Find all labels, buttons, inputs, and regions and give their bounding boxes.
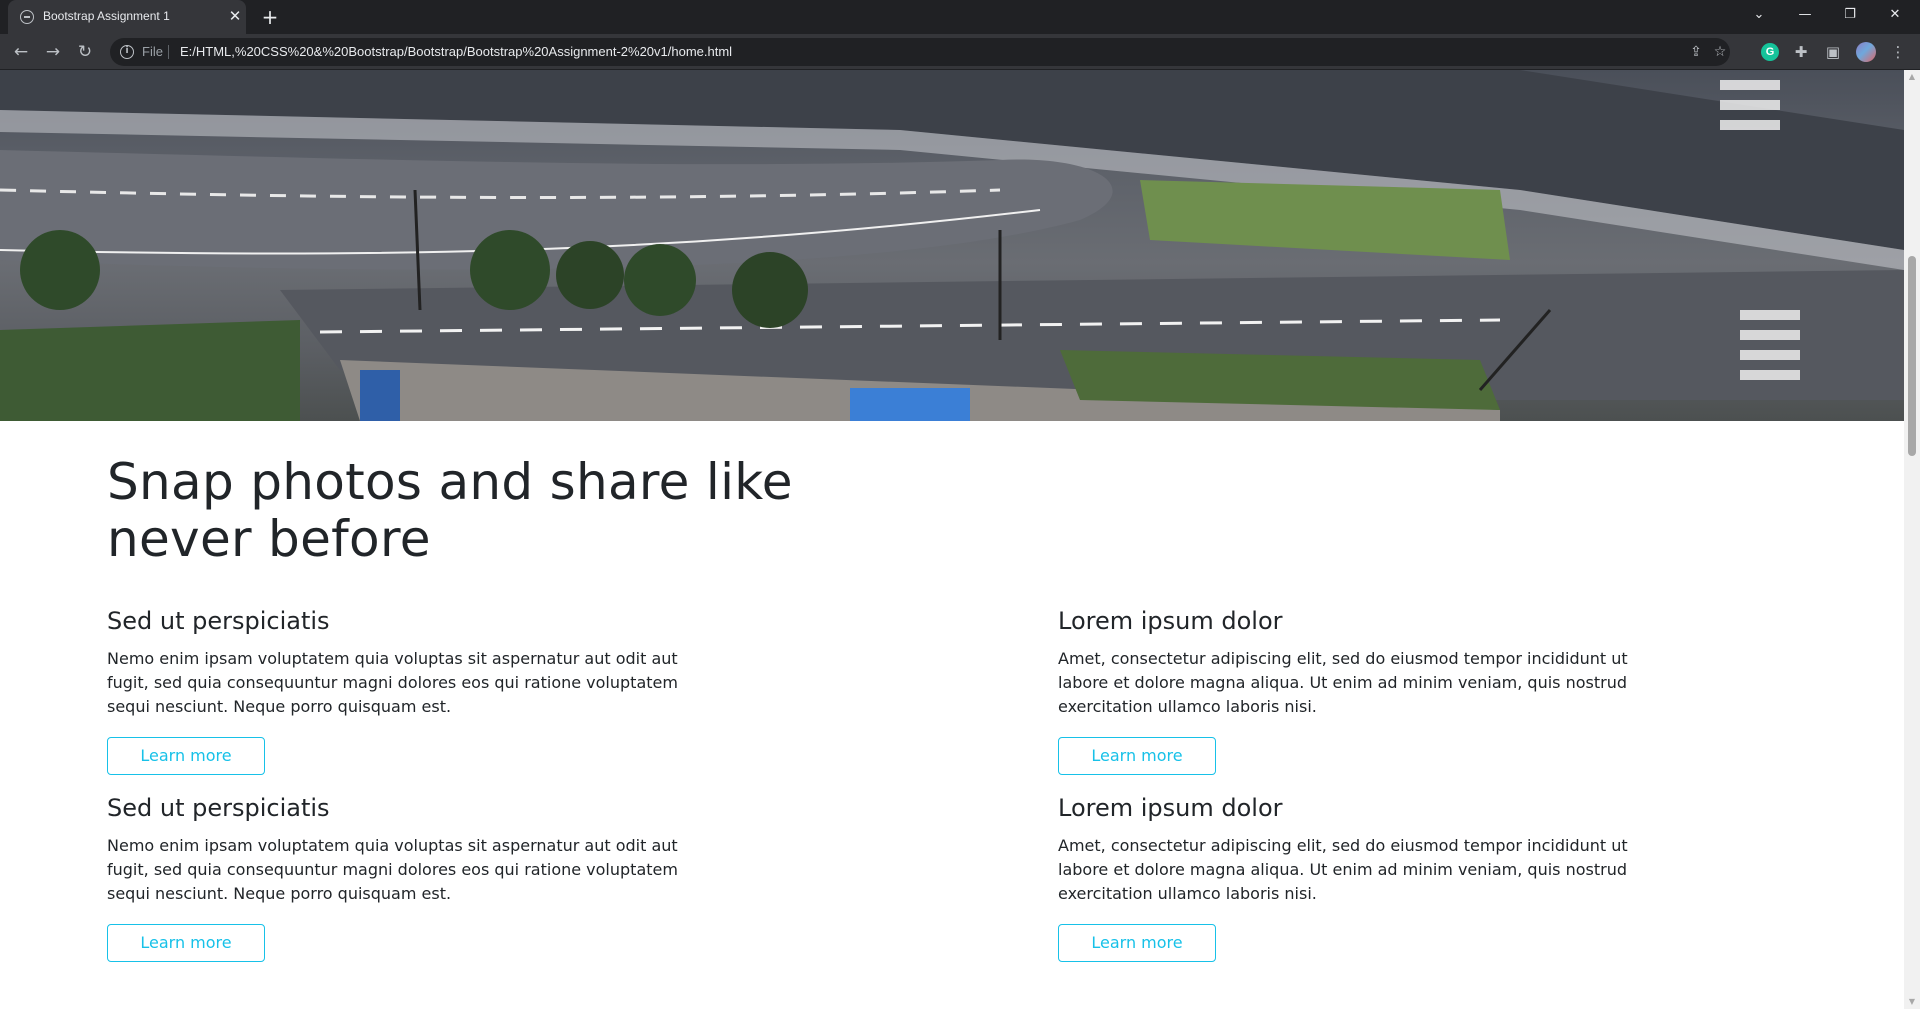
scroll-up-icon[interactable]: ▲ (1908, 72, 1916, 81)
url-separator (168, 45, 169, 59)
site-info-icon[interactable]: i (120, 45, 134, 59)
page-scrollbar[interactable]: ▲ ▼ (1904, 70, 1920, 1009)
url-scheme-label: File (142, 44, 163, 59)
globe-icon (20, 10, 34, 24)
share-icon[interactable]: ⇪ (1686, 42, 1706, 62)
browser-toolbar: ← → ↻ i File E:/HTML,%20CSS%20&%20Bootst… (0, 34, 1920, 70)
browser-tab-strip: Bootstrap Assignment 1 ✕ + ⌄ — ❐ ✕ (0, 0, 1920, 34)
feature-text: Nemo enim ipsam voluptatem quia voluptas… (107, 836, 678, 903)
feature-card: Lorem ipsum dolor Amet, consectetur adip… (1058, 606, 1658, 775)
close-window-icon[interactable]: ✕ (1875, 0, 1915, 30)
minimize-icon[interactable]: — (1785, 0, 1825, 30)
forward-icon[interactable]: → (40, 39, 66, 65)
extensions-puzzle-icon[interactable]: ✚ (1791, 42, 1811, 62)
reload-icon[interactable]: ↻ (72, 39, 98, 65)
page-viewport: Snap photos and share like never before … (0, 70, 1904, 1009)
feature-title: Sed ut perspiciatis (107, 607, 330, 635)
grammarly-extension-icon[interactable]: G (1761, 43, 1779, 61)
feature-text: Amet, consectetur adipiscing elit, sed d… (1058, 649, 1628, 716)
feature-text: Nemo enim ipsam voluptatem quia voluptas… (107, 649, 678, 716)
feature-title: Lorem ipsum dolor (1058, 794, 1283, 822)
tab-title: Bootstrap Assignment 1 (43, 9, 170, 23)
profile-avatar[interactable] (1856, 42, 1876, 62)
feature-card: Lorem ipsum dolor Amet, consectetur adip… (1058, 793, 1658, 962)
side-panel-icon[interactable]: ▣ (1823, 42, 1843, 62)
learn-more-button[interactable]: Learn more (1058, 924, 1216, 962)
feature-text: Amet, consectetur adipiscing elit, sed d… (1058, 836, 1628, 903)
menu-kebab-icon[interactable]: ⋮ (1888, 42, 1908, 62)
restore-icon[interactable]: ❐ (1830, 0, 1870, 30)
page-headline: Snap photos and share like never before (107, 453, 793, 568)
feature-title: Sed ut perspiciatis (107, 794, 330, 822)
scroll-down-icon[interactable]: ▼ (1908, 997, 1916, 1006)
new-tab-button[interactable]: + (258, 5, 282, 29)
tab-search-icon[interactable]: ⌄ (1739, 0, 1779, 30)
close-tab-icon[interactable]: ✕ (226, 7, 244, 25)
scrollbar-thumb[interactable] (1908, 256, 1916, 456)
url-text[interactable]: E:/HTML,%20CSS%20&%20Bootstrap/Bootstrap… (180, 44, 732, 59)
bookmark-star-icon[interactable]: ☆ (1710, 42, 1730, 62)
feature-title: Lorem ipsum dolor (1058, 607, 1283, 635)
learn-more-button[interactable]: Learn more (107, 924, 265, 962)
feature-card: Sed ut perspiciatis Nemo enim ipsam volu… (107, 606, 707, 775)
hero-aerial-image (0, 70, 1904, 421)
address-bar[interactable]: i File E:/HTML,%20CSS%20&%20Bootstrap/Bo… (110, 38, 1730, 66)
feature-card: Sed ut perspiciatis Nemo enim ipsam volu… (107, 793, 707, 962)
browser-tab[interactable]: Bootstrap Assignment 1 ✕ (8, 0, 246, 34)
back-icon[interactable]: ← (8, 39, 34, 65)
learn-more-button[interactable]: Learn more (107, 737, 265, 775)
hero-image-illustration (0, 70, 1904, 421)
learn-more-button[interactable]: Learn more (1058, 737, 1216, 775)
